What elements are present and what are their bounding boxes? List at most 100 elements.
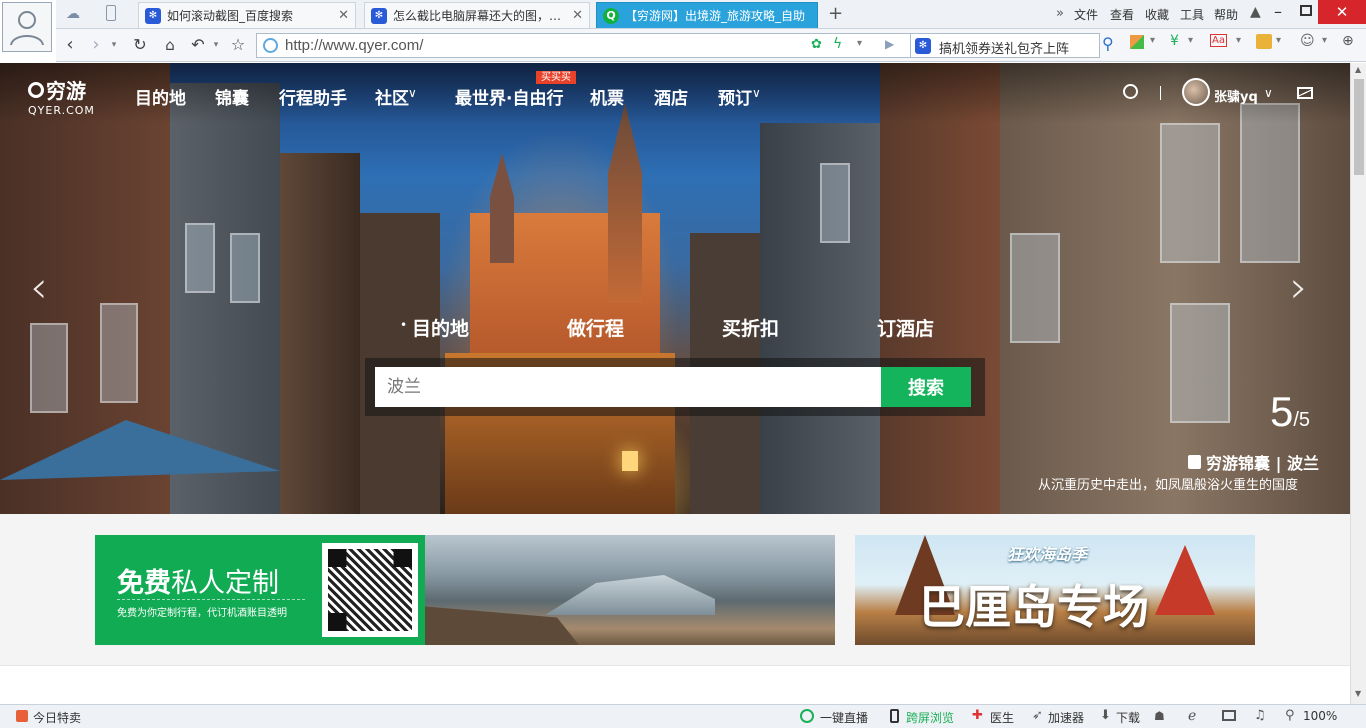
nav-free-travel[interactable]: 最世界·自由行 — [455, 84, 563, 109]
forward-button[interactable]: › — [86, 35, 106, 55]
volume-icon[interactable]: ♫ — [1254, 708, 1266, 723]
wallet-dropdown-icon[interactable]: ▾ — [1188, 35, 1193, 46]
tab-baidu-search[interactable]: ✻ 如何滚动截图_百度搜索 ✕ — [138, 2, 356, 28]
hero-tab-destination[interactable]: 目的地 — [412, 314, 469, 341]
hero-tab-hotels[interactable]: 订酒店 — [877, 314, 934, 341]
scroll-up-icon[interactable]: ▲ — [1355, 65, 1361, 74]
undo-close-button[interactable]: ↶ — [188, 35, 208, 55]
mail-icon[interactable] — [1297, 87, 1313, 99]
status-live[interactable]: 一键直播 — [820, 709, 868, 726]
qyer-logo[interactable]: 穷游 QYER.COM — [28, 75, 95, 117]
building-right-2 — [880, 63, 1000, 514]
menu-favorites[interactable]: 收藏 — [1145, 6, 1169, 23]
close-icon[interactable]: ✕ — [572, 8, 583, 23]
gamepad-icon[interactable]: ☺ — [1300, 33, 1315, 49]
speed-dropdown-icon[interactable]: ▾ — [857, 38, 862, 49]
gamepad-icon[interactable]: ☗ — [1154, 709, 1165, 723]
forward-dropdown-icon[interactable]: ▾ — [104, 35, 124, 55]
user-name[interactable]: 张骕yq — [1214, 86, 1258, 105]
home-button[interactable]: ⌂ — [160, 35, 180, 55]
close-window-button[interactable]: ✕ — [1318, 0, 1366, 24]
hero-search-input[interactable] — [375, 367, 881, 407]
search-icon[interactable]: ⚲ — [1102, 34, 1114, 53]
window — [30, 323, 68, 413]
screenshot-icon[interactable] — [1256, 34, 1272, 49]
status-download[interactable]: 下载 — [1116, 709, 1140, 726]
menu-help[interactable]: 帮助 — [1214, 6, 1238, 23]
translate-icon[interactable]: Aa — [1210, 34, 1227, 47]
nav-guides[interactable]: 锦囊 — [215, 84, 249, 109]
next-slide-icon[interactable]: › — [1290, 262, 1308, 313]
nav-community[interactable]: 社区 — [375, 84, 409, 109]
gamepad-dropdown-icon[interactable]: ▾ — [1322, 35, 1327, 46]
chevron-down-icon[interactable]: ∨ — [1264, 86, 1273, 100]
protect-icon[interactable]: ✿ — [811, 37, 822, 52]
more-tools-icon[interactable]: ⊕ — [1342, 33, 1354, 49]
tab-screenshot-search[interactable]: ✻ 怎么截比电脑屏幕还大的图，怎么 ✕ — [364, 2, 590, 28]
menu-tools[interactable]: 工具 — [1180, 6, 1204, 23]
cloud-icon[interactable]: ☁ — [66, 6, 80, 22]
baidu-engine-icon[interactable]: ✻ — [915, 38, 931, 54]
undo-dropdown-icon[interactable]: ▾ — [206, 35, 226, 55]
user-avatar[interactable] — [1182, 78, 1210, 106]
nav-flights[interactable]: 机票 — [590, 84, 624, 109]
bali-banner[interactable]: 狂欢海岛季 巴厘岛专场 — [855, 535, 1255, 645]
apps-icon[interactable] — [1130, 35, 1144, 49]
new-tab-button[interactable]: + — [828, 3, 843, 24]
hero-tab-deals[interactable]: 买折扣 — [722, 314, 779, 341]
zoom-level[interactable]: 100% — [1303, 709, 1337, 723]
nav-hotels[interactable]: 酒店 — [654, 84, 688, 109]
close-icon[interactable]: ✕ — [338, 8, 349, 23]
download-icon: ⬇ — [1100, 708, 1111, 723]
wallet-icon[interactable]: ¥ — [1170, 33, 1179, 49]
address-bar[interactable]: http://www.qyer.com/ ✿ ϟ ▾ ▶ — [256, 33, 962, 58]
translate-dropdown-icon[interactable]: ▾ — [1236, 35, 1241, 46]
nav-destination[interactable]: 目的地 — [135, 84, 186, 109]
tab-qyer[interactable]: Q 【穷游网】出境游_旅游攻略_自助 — [596, 2, 818, 28]
menu-file[interactable]: 文件 — [1074, 6, 1098, 23]
scroll-down-icon[interactable]: ▼ — [1355, 689, 1361, 698]
hero-search-button[interactable]: 搜索 — [881, 367, 971, 407]
apps-dropdown-icon[interactable]: ▾ — [1150, 35, 1155, 46]
menu-view[interactable]: 查看 — [1110, 6, 1134, 23]
back-button[interactable]: ‹ — [60, 35, 80, 55]
screenshot-dropdown-icon[interactable]: ▾ — [1276, 35, 1281, 46]
nav-booking[interactable]: 预订 — [718, 84, 752, 109]
hero-tab-plan[interactable]: 做行程 — [567, 314, 624, 341]
scrollbar-thumb[interactable] — [1354, 79, 1364, 175]
church-spire-small — [490, 153, 514, 263]
screen-icon[interactable] — [1222, 710, 1236, 721]
window — [1160, 123, 1220, 263]
phone-icon[interactable] — [106, 5, 116, 21]
daily-deals[interactable]: 今日特卖 — [33, 709, 81, 726]
go-button[interactable]: ▶ — [885, 37, 894, 51]
phone-icon — [890, 709, 899, 723]
favorite-star-icon[interactable]: ☆ — [228, 35, 248, 55]
temple-roof — [1155, 545, 1215, 615]
hot-badge: 买买买 — [536, 71, 576, 84]
status-doctor[interactable]: 医生 — [990, 709, 1014, 726]
status-cross-screen[interactable]: 跨屏浏览 — [906, 709, 954, 726]
search-input[interactable]: 搞机领券送礼包齐上阵 — [939, 38, 1099, 57]
speed-mode-icon[interactable]: ϟ — [833, 36, 842, 52]
url-text[interactable]: http://www.qyer.com/ — [285, 37, 423, 54]
banner-title: 免费私人定制 — [117, 561, 279, 600]
zoom-icon[interactable]: ⚲ — [1285, 708, 1295, 723]
tab-overflow-icon[interactable]: » — [1056, 6, 1064, 21]
caption-title-row[interactable]: 穷游锦囊 | 波兰 — [1188, 450, 1319, 474]
minimize-button[interactable]: – — [1274, 2, 1282, 21]
skin-icon[interactable]: ▲ — [1250, 4, 1261, 20]
status-accelerator[interactable]: 加速器 — [1048, 709, 1084, 726]
slide-current: 5 — [1270, 388, 1294, 435]
prev-slide-icon[interactable]: ‹ — [30, 262, 48, 313]
scrollbar[interactable]: ▲ ▼ — [1350, 63, 1366, 704]
nav-itinerary[interactable]: 行程助手 — [279, 84, 347, 109]
custom-trip-banner[interactable]: 免费私人定制 免费为你定制行程，代订机酒账目透明 — [95, 535, 835, 645]
refresh-button[interactable]: ↻ — [130, 35, 150, 55]
search-box[interactable]: ✻ 搞机领券送礼包齐上阵 — [910, 33, 1100, 58]
user-avatar-button[interactable] — [2, 2, 52, 52]
site-search-icon[interactable] — [1123, 84, 1138, 99]
qr-code — [322, 543, 418, 637]
maximize-button[interactable] — [1300, 5, 1312, 16]
ie-icon[interactable]: ℯ — [1188, 708, 1196, 724]
